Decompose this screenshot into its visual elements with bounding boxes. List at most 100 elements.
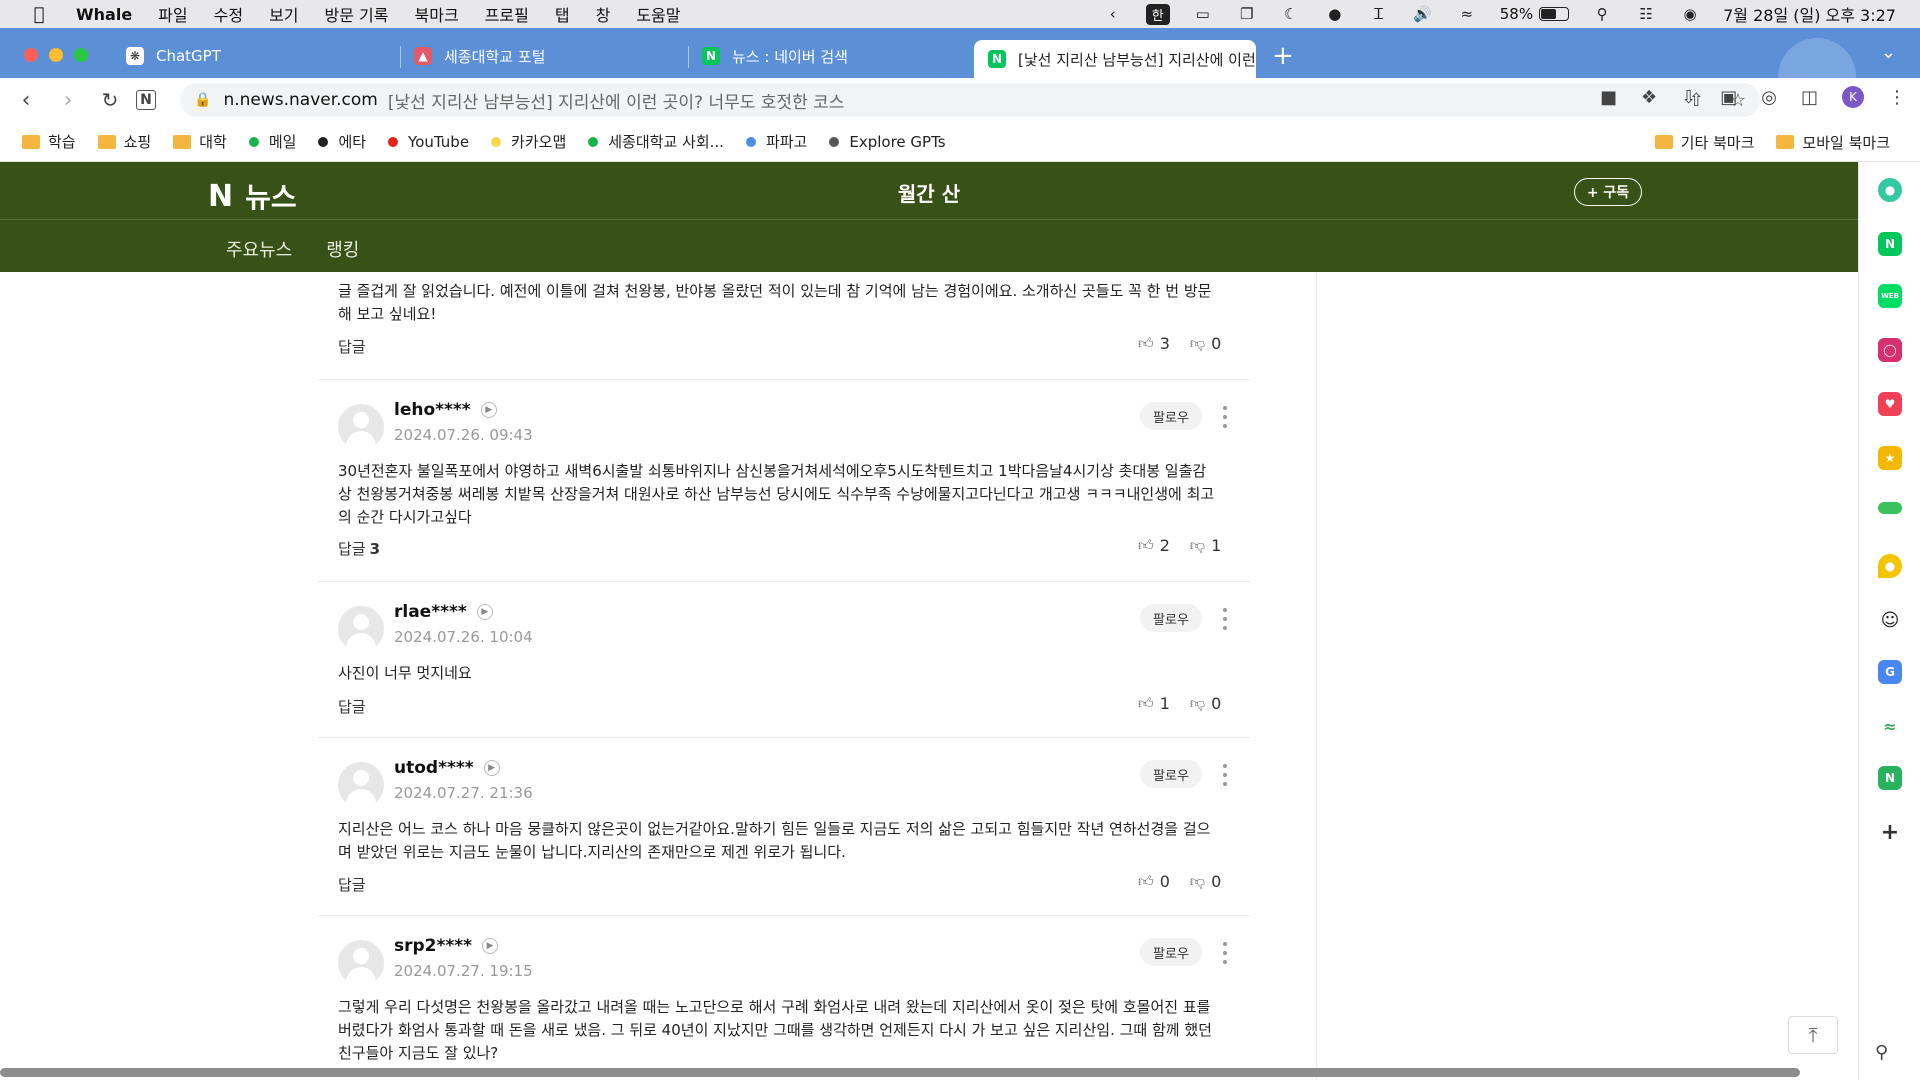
subscribe-button[interactable]: + 구독 (1574, 178, 1642, 206)
naver-bag-icon[interactable]: N (1878, 766, 1902, 790)
naver-icon[interactable]: N (1878, 232, 1902, 256)
more-options-icon[interactable] (1218, 942, 1232, 964)
menu-edit[interactable]: 수정 (214, 2, 243, 26)
comment-author[interactable]: rlae**** ▶ (394, 602, 493, 622)
bookmark-folder-other[interactable]: 기타 북마크 (1654, 132, 1754, 153)
home-naver-button[interactable]: N (136, 90, 156, 110)
chevron-left-icon[interactable]: ‹ (1102, 5, 1124, 23)
reply-button[interactable]: 답글 3 (338, 538, 380, 559)
chat-notification-icon[interactable]: ● (1324, 5, 1346, 23)
apple-icon[interactable]:  (24, 4, 54, 25)
input-source-indicator[interactable]: 한 (1145, 3, 1170, 25)
menu-dots-icon[interactable]: ⋮ (1888, 87, 1906, 108)
moon-icon[interactable]: ☾ (1280, 5, 1302, 23)
like-button[interactable]: 👍︎ 3 (1138, 334, 1170, 353)
back-button[interactable]: ‹ (12, 86, 40, 114)
pocket-icon[interactable]: ♥ (1878, 392, 1902, 416)
avatar[interactable] (338, 940, 384, 986)
webtoon-icon[interactable]: WEB (1878, 284, 1902, 308)
new-tab-button[interactable]: + (1272, 42, 1294, 70)
reload-button[interactable]: ↻ (96, 86, 124, 114)
window-close-button[interactable] (24, 48, 38, 62)
dislike-button[interactable]: 👎︎ 0 (1190, 334, 1221, 353)
dislike-button[interactable]: 👎︎ 0 (1190, 872, 1221, 891)
reply-button[interactable]: 답글 (338, 874, 366, 895)
bookmark-youtube[interactable]: YouTube (388, 133, 469, 151)
forward-button[interactable]: › (54, 86, 82, 114)
capture-icon[interactable]: ▣ (1720, 87, 1737, 108)
pin-icon[interactable]: ⚲ (1875, 1042, 1888, 1063)
menu-history[interactable]: 방문 기록 (325, 2, 389, 26)
like-button[interactable]: 👍︎ 2 (1138, 536, 1170, 555)
tab-article-active[interactable]: N [낯선 지리산 남부능선] 지리산에 이런 (974, 40, 1256, 78)
window-minimize-button[interactable] (49, 48, 63, 62)
reply-button[interactable]: 답글 (338, 696, 366, 717)
tab-main-news[interactable]: 주요뉴스 (226, 236, 292, 262)
tab-sejong-portal[interactable]: ▲ 세종대학교 포털 (400, 38, 680, 74)
more-options-icon[interactable] (1218, 406, 1232, 428)
bookmark-explore-gpts[interactable]: Explore GPTs (829, 133, 946, 151)
horizontal-scrollbar[interactable] (0, 1068, 1800, 1077)
smile-icon[interactable]: ☺ (1878, 608, 1902, 632)
scroll-to-top-button[interactable]: ⤒ (1788, 1016, 1838, 1054)
menu-window[interactable]: 창 (596, 2, 611, 26)
bookmark-kakaomap[interactable]: 카카오맵 (491, 131, 566, 152)
menu-profile[interactable]: 프로필 (485, 2, 529, 26)
address-bar[interactable]: 🔒 n.news.naver.com [낯선 지리산 남부능선] 지리산에 이런… (180, 83, 1760, 117)
tab-ranking[interactable]: 랭킹 (326, 236, 359, 262)
comment-author[interactable]: leho**** ▶ (394, 400, 497, 420)
dislike-button[interactable]: 👎︎ 0 (1190, 694, 1221, 713)
avatar[interactable] (338, 404, 384, 450)
extensions-icon[interactable]: ❖ (1641, 87, 1657, 108)
menu-tab[interactable]: 탭 (555, 2, 570, 26)
bookmark-everytime[interactable]: 에타 (318, 131, 366, 152)
download-icon[interactable]: ⇩ (1681, 87, 1696, 108)
bookmark-folder-shopping[interactable]: 쇼핑 (97, 131, 151, 152)
avatar[interactable] (338, 606, 384, 652)
profile-avatar[interactable]: K (1842, 86, 1864, 108)
siri-icon[interactable]: ◉ (1679, 5, 1701, 23)
bookmark-papago[interactable]: 파파고 (745, 131, 807, 152)
window-zoom-button[interactable] (74, 48, 88, 62)
wifi-icon[interactable]: ≈ (1456, 5, 1478, 23)
menu-view[interactable]: 보기 (269, 2, 298, 26)
bookmark-sejong-social[interactable]: 세종대학교 사회... (588, 131, 724, 152)
avatar[interactable] (338, 762, 384, 808)
more-options-icon[interactable] (1218, 764, 1232, 786)
bluetooth-icon[interactable]: Ꮖ (1368, 5, 1390, 23)
tab-chatgpt[interactable]: ❋ ChatGPT (112, 38, 392, 74)
menu-help[interactable]: 도움말 (636, 2, 680, 26)
follow-button[interactable]: 팔로우 (1140, 604, 1202, 632)
display-icon[interactable]: ▭ (1192, 5, 1214, 23)
spotlight-search-icon[interactable]: ⚲ (1591, 5, 1613, 23)
menu-file[interactable]: 파일 (158, 2, 187, 26)
more-options-icon[interactable] (1218, 608, 1232, 630)
menu-app-name[interactable]: Whale (76, 5, 132, 24)
bookmark-folder-mobile[interactable]: 모바일 북마크 (1776, 132, 1890, 153)
bookmark-mail[interactable]: 메일 (248, 131, 296, 152)
control-center-icon[interactable]: ☷ (1635, 5, 1657, 23)
video-camera-icon[interactable]: ■ (1600, 87, 1617, 108)
tab-naver-search[interactable]: N 뉴스 : 네이버 검색 (688, 38, 968, 74)
comment-author[interactable]: srp2**** ▶ (394, 936, 499, 956)
comment-author[interactable]: utod**** ▶ (394, 758, 500, 778)
like-button[interactable]: 👍︎ 0 (1138, 872, 1170, 891)
screenshot-icon[interactable]: ◎ (1761, 87, 1777, 108)
follow-button[interactable]: 팔로우 (1140, 938, 1202, 966)
translate-icon[interactable]: G (1878, 660, 1902, 684)
screen-mirror-icon[interactable]: ❐ (1236, 5, 1258, 23)
follow-button[interactable]: 팔로우 (1140, 402, 1202, 430)
battery-indicator[interactable]: 58% (1500, 5, 1570, 23)
lock-icon[interactable]: 🔒 (194, 92, 211, 108)
card-icon[interactable] (1878, 502, 1902, 514)
like-button[interactable]: 👍︎ 1 (1138, 694, 1170, 713)
reply-button[interactable]: 답글 (338, 336, 366, 357)
instagram-icon[interactable]: ◯ (1878, 338, 1902, 362)
volume-icon[interactable]: 🔊 (1412, 5, 1434, 23)
follow-button[interactable]: 팔로우 (1140, 760, 1202, 788)
split-view-icon[interactable]: ◫ (1801, 87, 1818, 108)
favorites-star-icon[interactable]: ★ (1878, 446, 1902, 470)
whale-home-icon[interactable]: ● (1878, 178, 1902, 202)
chart-icon[interactable]: ≈ (1878, 714, 1902, 738)
dislike-button[interactable]: 👎︎ 1 (1190, 536, 1221, 555)
